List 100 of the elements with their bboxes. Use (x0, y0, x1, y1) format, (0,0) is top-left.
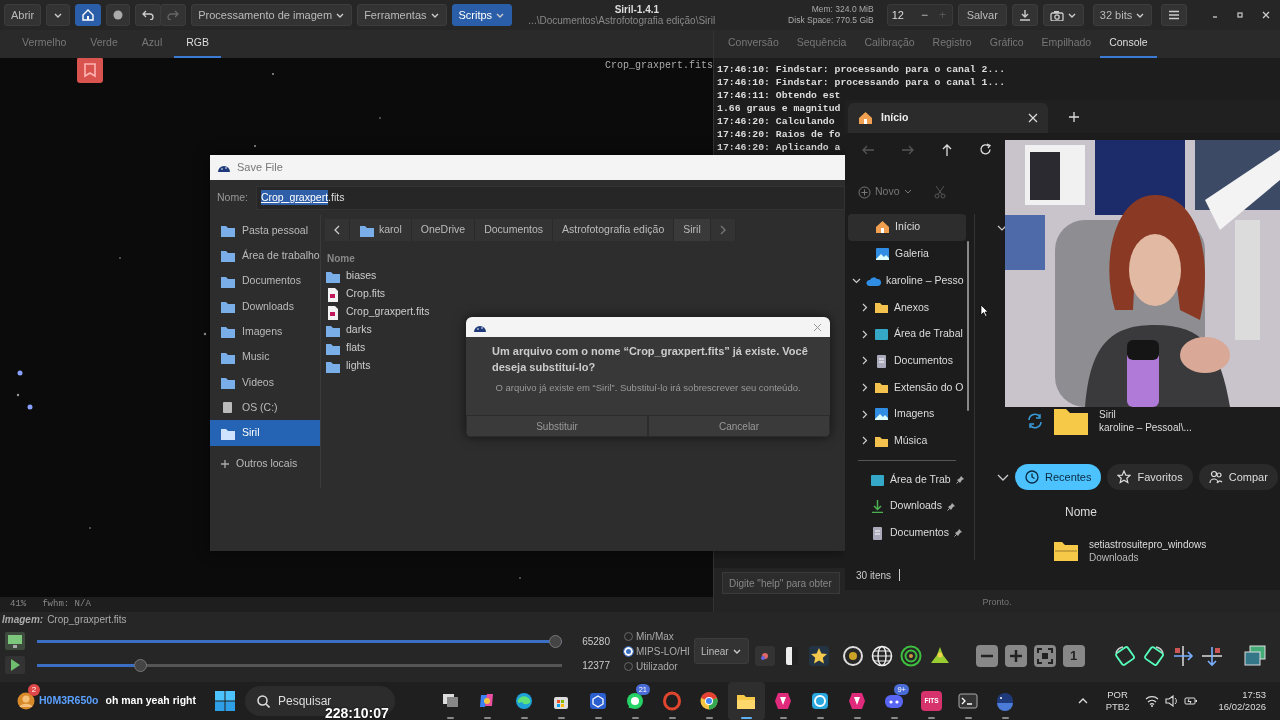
home-button[interactable] (75, 4, 102, 26)
plus-icon[interactable] (1068, 111, 1080, 123)
file-name[interactable]: flats (346, 340, 366, 356)
snapshot-button[interactable] (1042, 4, 1084, 26)
file-name[interactable]: biases (346, 268, 377, 284)
play-icon[interactable] (5, 656, 25, 674)
rotate-left-icon[interactable] (1113, 645, 1136, 667)
file-name[interactable]: darks (346, 322, 372, 338)
tree-item[interactable]: Área de Trabal (848, 320, 966, 348)
pinned-item[interactable]: Área de Trab (848, 466, 966, 493)
sidebar-item[interactable]: Outros locais (210, 451, 320, 477)
file-name[interactable]: lights (346, 358, 371, 374)
flip-vertical-icon[interactable] (1200, 645, 1223, 667)
taskbar-app[interactable] (727, 682, 765, 720)
chevron-right-icon[interactable] (860, 302, 869, 312)
battery-icon[interactable] (1184, 696, 1199, 706)
tree-item[interactable]: karoline – Pesso (848, 267, 966, 295)
new-button[interactable]: Novo (858, 184, 912, 200)
images-icon[interactable] (1243, 645, 1266, 667)
radio-option[interactable]: Utilizador (624, 658, 690, 674)
breadcrumb[interactable]: Documentos (475, 219, 554, 241)
ring-icon[interactable] (899, 645, 922, 667)
breadcrumb[interactable]: karol (350, 219, 412, 241)
tree-item[interactable]: Imagens (848, 400, 966, 428)
tree-item[interactable]: Galeria (848, 240, 966, 268)
slider-track[interactable] (37, 658, 562, 672)
sidebar-item[interactable]: Área de trabalho (210, 243, 320, 269)
zoom-in-icon[interactable] (1004, 645, 1027, 667)
fit-icon[interactable] (1033, 645, 1056, 667)
bit-depth-dropdown[interactable]: 32 bits (1092, 4, 1153, 26)
record-button[interactable] (106, 4, 131, 26)
filter-tab[interactable]: Favoritos (1107, 464, 1193, 490)
up-icon[interactable] (941, 142, 953, 157)
chevron-right-icon[interactable] (860, 382, 869, 392)
clock[interactable]: 17:53 16/02/2026 (1218, 689, 1266, 713)
chevron-down-icon[interactable] (852, 276, 861, 286)
breadcrumb[interactable]: OneDrive (411, 219, 476, 241)
windows-icon[interactable] (214, 691, 235, 711)
menu-button[interactable]: Ferramentas (357, 4, 447, 26)
folder-name[interactable]: Siril (1099, 408, 1192, 421)
dropdown-button[interactable] (46, 4, 71, 26)
slider-thumb[interactable] (549, 634, 562, 648)
browser-tab[interactable]: Início (848, 103, 1048, 133)
radio-option[interactable]: MIPS-LO/HI (624, 643, 690, 659)
tree-item[interactable]: Início (848, 214, 966, 241)
scrollbar-thumb[interactable] (967, 241, 969, 411)
zoom-out-icon[interactable] (975, 645, 998, 667)
pinned-item[interactable]: Downloads (848, 492, 966, 520)
flip-horizontal-icon[interactable] (1171, 645, 1194, 667)
filename-field[interactable]: Crop_graxpert.fits (255, 185, 845, 210)
refresh-icon[interactable] (979, 143, 992, 156)
tree-item[interactable]: Música (848, 427, 966, 455)
zoom-actual-button[interactable]: 1 (1062, 645, 1085, 667)
open-button[interactable]: Abrir (4, 4, 42, 26)
star-icon[interactable] (808, 646, 829, 666)
display-icon[interactable] (5, 632, 25, 650)
stretch-dropdown[interactable]: Linear (693, 638, 749, 664)
sidebar-item[interactable]: Siril (210, 420, 320, 446)
file-name[interactable]: Crop_graxpert.fits (346, 304, 430, 320)
command-field[interactable]: Digite "help" para obter (722, 572, 840, 594)
sidebar-item[interactable]: Documentos (210, 268, 320, 294)
sidebar-item[interactable]: Music (210, 344, 320, 370)
sidebar-item[interactable]: Imagens (210, 319, 320, 345)
rotate-right-icon[interactable] (1142, 645, 1165, 667)
chevron-right-icon[interactable] (860, 409, 869, 419)
speaker-icon[interactable] (1165, 695, 1179, 707)
slider-track[interactable] (37, 634, 562, 648)
file-name[interactable]: setiastrosuitepro_windows (1089, 538, 1207, 551)
chevron-right-icon[interactable] (860, 356, 869, 366)
chevron-down-icon[interactable] (997, 472, 1009, 482)
sidebar-item[interactable]: OS (C:) (210, 395, 320, 421)
download-button[interactable] (1011, 4, 1038, 26)
chevron-up-icon[interactable] (1077, 697, 1088, 705)
breadcrumb[interactable]: Siril (674, 219, 711, 241)
back-button[interactable] (325, 219, 350, 241)
dialog-button[interactable]: Cancelar (648, 415, 830, 437)
sidebar-item[interactable]: Downloads (210, 293, 320, 320)
decrement-button[interactable]: − (915, 6, 934, 24)
chevron-right-icon[interactable] (860, 436, 869, 446)
target-icon[interactable] (841, 645, 864, 667)
save-button[interactable]: Salvar (957, 4, 1007, 26)
language-indicator[interactable]: POR PTB2 (1105, 689, 1130, 713)
chevron-right-icon[interactable] (860, 329, 869, 339)
palette-icon[interactable] (754, 646, 775, 666)
undo-button[interactable] (135, 4, 162, 26)
close-icon[interactable] (1028, 113, 1038, 123)
radio-option[interactable]: Min/Max (624, 628, 690, 644)
menu-button[interactable]: Scritps (451, 4, 513, 26)
filter-tab[interactable]: Recentes (1015, 464, 1102, 490)
tree-item[interactable]: Documentos (848, 347, 966, 375)
pinned-item[interactable]: Documentos (848, 519, 966, 547)
filter-tab[interactable]: Compar (1198, 464, 1278, 490)
tree-item[interactable]: Extensão do O (848, 374, 966, 401)
sidebar-item[interactable]: Videos (210, 369, 320, 396)
globe-icon[interactable] (870, 645, 893, 667)
file-name[interactable]: Crop.fits (346, 286, 386, 302)
wifi-icon[interactable] (1145, 695, 1160, 707)
slider-thumb[interactable] (134, 658, 148, 672)
tree-item[interactable]: Anexos (848, 294, 966, 321)
menu-button[interactable] (1161, 4, 1188, 26)
